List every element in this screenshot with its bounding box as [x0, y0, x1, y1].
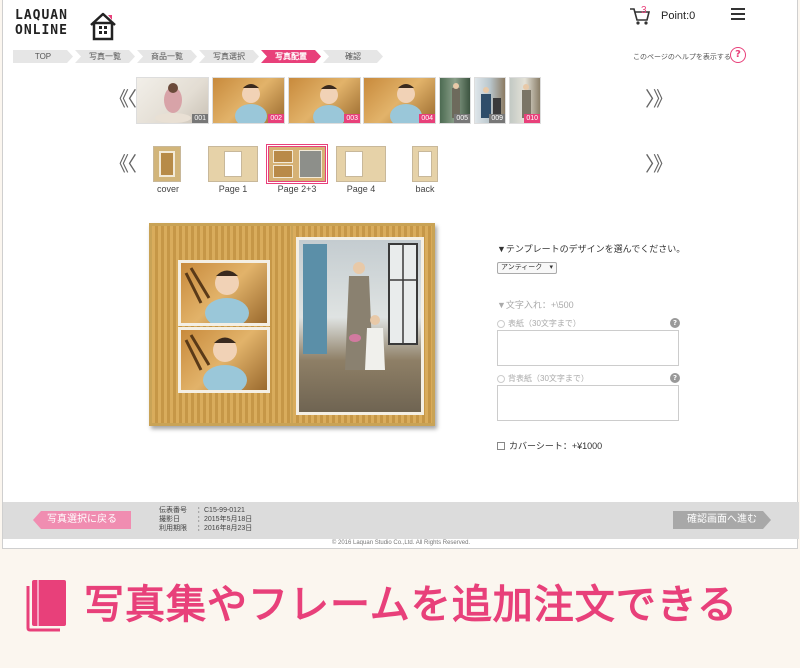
point-balance: Point:0: [661, 10, 696, 22]
photo-book-icon: [26, 580, 66, 632]
page-carousel-next[interactable]: 〉》: [645, 154, 673, 174]
spine-radio[interactable]: [497, 374, 505, 383]
copyright-text: © 2016 Laquan Studio Co.,Ltd. All Rights…: [331, 540, 471, 546]
app-window: LAQUAN ONLINE 3 Point:0 TOP 写真一覧 商品一覧 写真…: [2, 0, 799, 549]
photo-thumb[interactable]: 001: [136, 77, 209, 124]
album-right-page: [293, 226, 432, 423]
photo-thumb[interactable]: 009: [474, 77, 506, 124]
album-spread-preview: [149, 223, 435, 426]
photo-thumb[interactable]: 002: [212, 77, 285, 124]
photo-number-badge: 009: [489, 114, 505, 123]
proceed-to-confirm-button[interactable]: 確認画面へ進む: [673, 511, 771, 529]
photo-number-badge: 005: [454, 114, 470, 123]
page-label: Page 2+3: [277, 184, 317, 194]
photo-carousel-prev[interactable]: 《〈: [109, 89, 137, 109]
page-label: Page 1: [218, 184, 248, 194]
photo-number-badge: 003: [344, 114, 360, 123]
logo-line-2: ONLINE: [15, 23, 68, 38]
page-thumb-page-4[interactable]: [336, 146, 386, 182]
page-thumb-page-1[interactable]: [208, 146, 258, 182]
page-thumb-page-2-3[interactable]: [266, 144, 328, 184]
front-cover-label: 表紙（30文字まで）: [508, 319, 581, 328]
feature-caption: 写真集やフレームを追加注文できる: [84, 582, 738, 628]
breadcrumb-step-top[interactable]: TOP: [13, 50, 73, 63]
order-info-value: ：C15-99-0121: [197, 507, 245, 514]
photo-number-badge: 002: [268, 114, 284, 123]
spine-label: 背表紙（30文字まで）: [508, 374, 589, 383]
page-label: back: [415, 184, 435, 194]
help-icon[interactable]: ?: [670, 318, 680, 328]
order-info-value: ：2016年8月23日: [197, 525, 253, 532]
page-thumb-cover[interactable]: [153, 146, 181, 182]
breadcrumb-step-photo-list[interactable]: 写真一覧: [75, 50, 135, 63]
cart-icon[interactable]: [629, 6, 651, 26]
page-carousel-prev[interactable]: 《〈: [109, 154, 137, 174]
front-cover-text-input[interactable]: [497, 330, 679, 366]
spine-text-input[interactable]: [497, 385, 679, 421]
photo-number-badge: 010: [524, 114, 540, 123]
order-info-key: 利用期限: [159, 525, 187, 532]
cover-sheet-checkbox[interactable]: [497, 441, 505, 450]
album-photo-slot[interactable]: [178, 260, 270, 326]
help-icon[interactable]: ?: [670, 373, 680, 383]
template-design-heading: ▼テンプレートのデザインを選んでください。: [497, 244, 686, 254]
photo-thumb[interactable]: 010: [509, 77, 541, 124]
photo-number-badge: 001: [192, 114, 208, 123]
breadcrumb-step-confirm[interactable]: 確認: [323, 50, 383, 63]
cart-count-badge: 3: [641, 5, 647, 16]
breadcrumb-step-photo-select[interactable]: 写真選択: [199, 50, 259, 63]
laquan-logo[interactable]: LAQUAN ONLINE: [15, 8, 123, 42]
page-label: Page 4: [346, 184, 376, 194]
spine-option[interactable]: 背表紙（30文字まで）: [497, 373, 589, 384]
order-info-key: 伝表番号: [159, 507, 187, 514]
cover-sheet-option[interactable]: カバーシート：+¥1000: [497, 439, 602, 452]
help-question-icon[interactable]: ?: [730, 47, 746, 63]
front-cover-option[interactable]: 表紙（30文字まで）: [497, 318, 581, 329]
hamburger-menu-icon[interactable]: [731, 8, 745, 20]
logo-line-1: LAQUAN: [15, 8, 68, 23]
page-label: cover: [156, 184, 179, 194]
front-cover-radio[interactable]: [497, 319, 505, 328]
album-left-page: [152, 226, 291, 423]
album-photo-slot[interactable]: [178, 327, 270, 393]
text-engraving-heading: ▼文字入れ：+\500: [497, 300, 574, 310]
order-info: 伝表番号 ：C15-99-0121 撮影日 ：2015年5月18日 利用期限 ：201…: [159, 506, 252, 533]
house-icon: [90, 12, 116, 41]
breadcrumb-step-product-list[interactable]: 商品一覧: [137, 50, 197, 63]
breadcrumb-step-photo-layout[interactable]: 写真配置: [261, 50, 321, 63]
footer-bar: 写真選択に戻る 伝表番号 ：C15-99-0121 撮影日 ：2015年5月18日 …: [3, 502, 799, 539]
template-design-select[interactable]: アンティーク: [497, 262, 557, 274]
photo-carousel-next[interactable]: 〉》: [645, 89, 673, 109]
photo-thumb[interactable]: 003: [288, 77, 361, 124]
order-info-value: ：2015年5月18日: [197, 516, 253, 523]
photo-thumb[interactable]: 005: [439, 77, 471, 124]
album-photo-slot[interactable]: [296, 237, 424, 415]
back-to-photo-select-button[interactable]: 写真選択に戻る: [33, 511, 131, 529]
photo-number-badge: 004: [419, 114, 435, 123]
cover-sheet-label: カバーシート：+¥1000: [509, 441, 603, 451]
breadcrumb: TOP 写真一覧 商品一覧 写真選択 写真配置 確認: [13, 50, 385, 63]
help-link[interactable]: このページのヘルプを表示する: [633, 52, 731, 62]
order-info-key: 撮影日: [159, 516, 180, 523]
page-thumb-back[interactable]: [412, 146, 438, 182]
photo-thumb[interactable]: 004: [363, 77, 436, 124]
